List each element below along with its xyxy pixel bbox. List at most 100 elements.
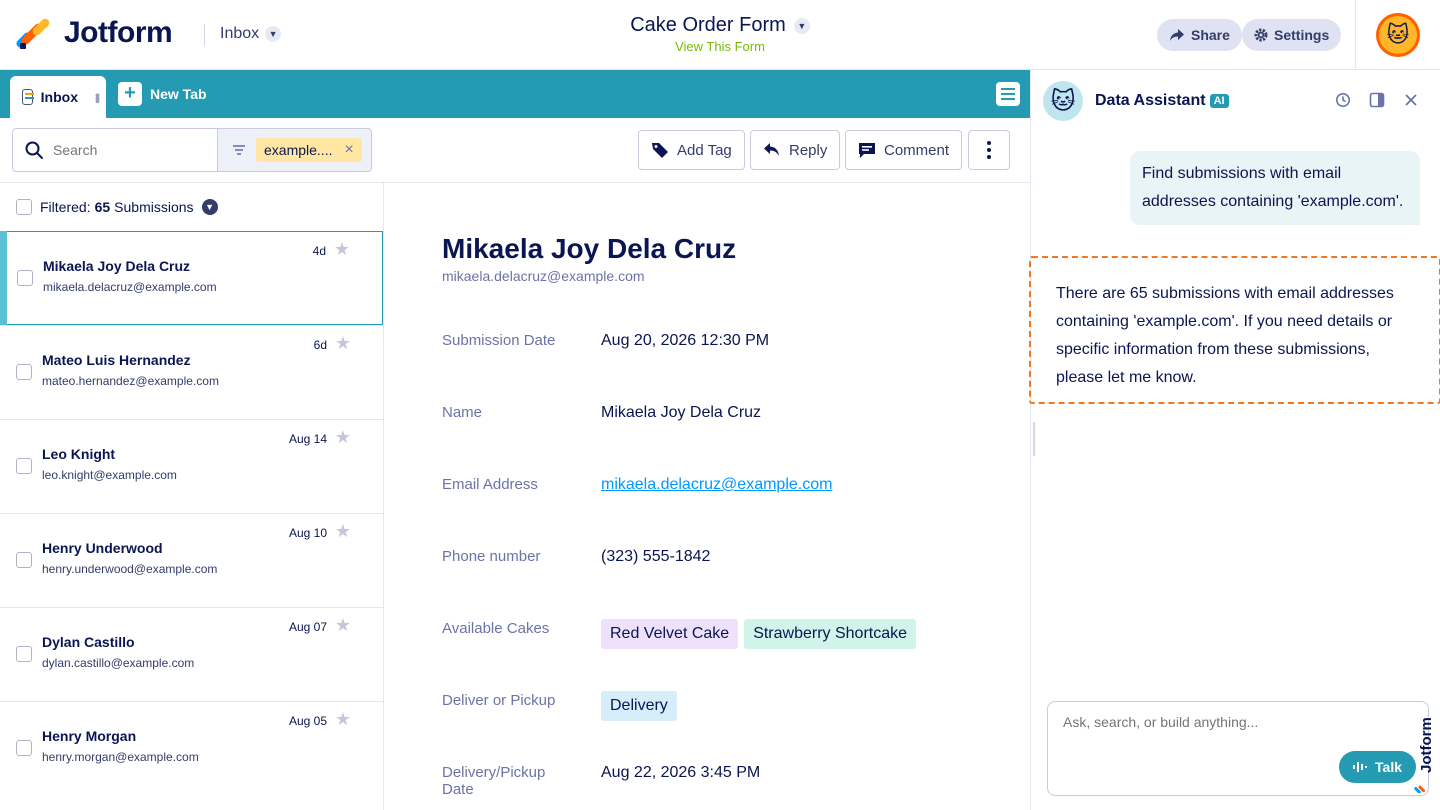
delivery-tag: Delivery: [601, 691, 677, 721]
email-link[interactable]: mikaela.delacruz@example.com: [601, 476, 832, 493]
filter-chip[interactable]: example.... ×: [256, 138, 362, 162]
submission-date: Aug 14: [288, 432, 327, 446]
submission-row[interactable]: Mateo Luis Hernandez mateo.hernandez@exam…: [0, 325, 383, 419]
list-header: Filtered: 65 Submissions ▼: [0, 183, 383, 231]
submission-row[interactable]: Mikaela Joy Dela Cruz mikaela.delacruz@ex…: [0, 231, 383, 325]
submission-row[interactable]: Leo Knight leo.knight@example.com Aug 14 ★: [0, 419, 383, 513]
talk-label: Talk: [1375, 759, 1402, 775]
chevron-down-icon: ▼: [793, 17, 810, 34]
filter-chip-label: example....: [264, 142, 333, 158]
submission-name: Leo Knight: [42, 446, 116, 462]
star-icon[interactable]: ★: [335, 615, 351, 636]
submission-date: Aug 05: [288, 714, 327, 728]
row-checkbox[interactable]: [16, 552, 32, 568]
submission-detail: Mikaela Joy Dela Cruz mikaela.delacruz@e…: [384, 183, 1030, 810]
field-label-name: Name: [442, 404, 483, 421]
submission-date: Aug 07: [288, 620, 327, 634]
data-assistant-panel: 🐱 Data Assistant AI Find submissions wit…: [1029, 70, 1440, 810]
filtered-prefix: Filtered:: [40, 199, 91, 215]
submission-email: henry.underwood@example.com: [42, 562, 218, 576]
submission-name: Dylan Castillo: [42, 634, 135, 650]
star-icon[interactable]: ★: [335, 709, 351, 730]
star-icon[interactable]: ★: [334, 239, 350, 260]
submission-email: leo.knight@example.com: [42, 468, 177, 482]
settings-button[interactable]: Settings: [1242, 19, 1342, 51]
share-icon: [1170, 29, 1184, 41]
user-avatar[interactable]: 🐱: [1376, 13, 1420, 57]
close-icon[interactable]: [1403, 92, 1419, 108]
more-vertical-icon: [987, 141, 991, 159]
panel-toggle-icon[interactable]: [1369, 92, 1385, 108]
search-input[interactable]: [53, 142, 203, 158]
search-icon: [25, 141, 43, 159]
star-icon[interactable]: ★: [335, 427, 351, 448]
field-label-delivery: Deliver or Pickup: [442, 692, 556, 709]
submission-name: Mikaela Joy Dela Cruz: [43, 258, 191, 274]
history-icon[interactable]: [1335, 92, 1351, 108]
field-value-name: Mikaela Joy Dela Cruz: [601, 404, 762, 421]
field-value-submission-date: Aug 20, 2026 12:30 PM: [601, 332, 770, 349]
submission-row[interactable]: Henry Morgan henry.morgan@example.com Aug …: [0, 701, 383, 795]
field-label-email: Email Address: [442, 476, 538, 493]
close-icon[interactable]: ×: [344, 141, 353, 159]
user-message: Find submissions with email addresses co…: [1130, 151, 1420, 225]
assistant-input[interactable]: [1063, 714, 1363, 730]
more-options-button[interactable]: [968, 130, 1010, 170]
cake-tag: Red Velvet Cake: [601, 619, 739, 649]
new-tab-label: New Tab: [150, 86, 207, 102]
inbox-tab-icon: [22, 89, 34, 105]
resize-handle[interactable]: [1033, 422, 1035, 456]
share-label: Share: [1191, 27, 1230, 43]
comment-button[interactable]: Comment: [845, 130, 963, 170]
submission-title: Mikaela Joy Dela Cruz: [442, 233, 737, 264]
filter-area[interactable]: example.... ×: [218, 128, 372, 172]
select-all-checkbox[interactable]: [16, 199, 32, 215]
assistant-header: 🐱 Data Assistant AI: [1031, 70, 1440, 132]
submissions-suffix: Submissions: [114, 199, 194, 215]
submission-date: 4d: [312, 244, 326, 258]
assistant-input-box[interactable]: Talk: [1047, 701, 1429, 796]
submission-date: 6d: [313, 338, 327, 352]
add-tag-button[interactable]: Add Tag: [638, 130, 745, 170]
assistant-message: There are 65 submissions with email addr…: [1029, 256, 1440, 404]
field-label-submission-date: Submission Date: [442, 332, 556, 349]
more-vertical-icon[interactable]: •••: [90, 93, 106, 102]
submission-email: henry.morgan@example.com: [42, 750, 199, 764]
form-title-text: Cake Order Form: [630, 14, 786, 36]
row-checkbox[interactable]: [17, 270, 33, 286]
assistant-title: Data Assistant: [1095, 92, 1206, 109]
star-icon[interactable]: ★: [335, 521, 351, 542]
inbox-toolbar: example.... × Add Tag Reply Comment: [0, 118, 1030, 183]
filter-icon[interactable]: [232, 144, 246, 156]
chevron-down-icon[interactable]: ▼: [201, 199, 218, 215]
reply-button[interactable]: Reply: [750, 130, 841, 170]
star-icon[interactable]: ★: [335, 333, 351, 354]
reply-icon: [764, 143, 779, 156]
submission-date: Aug 10: [288, 526, 327, 540]
submission-list: Filtered: 65 Submissions ▼ Mikaela Joy D…: [0, 183, 384, 810]
submission-email: mateo.hernandez@example.com: [42, 374, 219, 388]
submission-row[interactable]: Dylan Castillo dylan.castillo@example.com…: [0, 607, 383, 701]
tag-icon: [652, 143, 668, 158]
field-label-cakes: Available Cakes: [442, 620, 550, 637]
share-button[interactable]: Share: [1157, 19, 1242, 51]
tab-inbox[interactable]: Inbox •••: [10, 76, 106, 118]
ai-badge: AI: [1209, 94, 1229, 108]
add-tag-label: Add Tag: [677, 141, 732, 159]
field-value-cakes: Red Velvet Cake Strawberry Shortcake: [601, 619, 922, 649]
hamburger-menu-button[interactable]: [996, 82, 1020, 106]
reply-label: Reply: [789, 141, 828, 159]
talk-button[interactable]: Talk: [1339, 751, 1416, 783]
row-checkbox[interactable]: [16, 364, 32, 380]
row-checkbox[interactable]: [16, 740, 32, 756]
row-checkbox[interactable]: [16, 646, 32, 662]
submission-count: 65: [94, 199, 111, 215]
row-checkbox[interactable]: [16, 458, 32, 474]
field-value-email: mikaela.delacruz@example.com: [601, 476, 832, 494]
voice-icon: [1353, 762, 1368, 772]
search-field[interactable]: [12, 128, 218, 172]
submission-row[interactable]: Henry Underwood henry.underwood@example.c…: [0, 513, 383, 607]
header-divider: [1355, 0, 1356, 70]
new-tab-button[interactable]: + New Tab: [118, 82, 207, 106]
gear-icon: [1254, 28, 1268, 42]
